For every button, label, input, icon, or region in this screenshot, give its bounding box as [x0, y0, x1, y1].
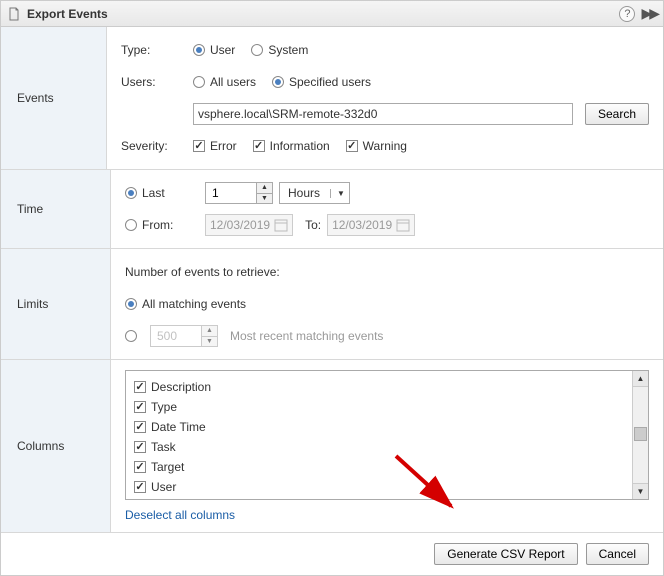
last-value-stepper[interactable]: ▲▼ — [205, 182, 273, 204]
section-events: Events Type: User System Users: All user… — [1, 27, 663, 170]
limits-count-input[interactable] — [151, 326, 201, 346]
generate-csv-button[interactable]: Generate CSV Report — [434, 543, 577, 565]
check-severity-warning[interactable]: Warning — [346, 139, 407, 153]
check-col-type[interactable]: Type — [134, 400, 177, 414]
scroll-down-icon[interactable]: ▼ — [633, 483, 648, 499]
check-severity-error[interactable]: Error — [193, 139, 237, 153]
stepper-up-icon[interactable]: ▲ — [257, 183, 272, 194]
cancel-button[interactable]: Cancel — [586, 543, 649, 565]
stepper-down-icon[interactable]: ▼ — [202, 337, 217, 347]
to-date-field[interactable]: 12/03/2019 — [327, 214, 415, 236]
scroll-up-icon[interactable]: ▲ — [633, 371, 648, 387]
help-icon[interactable]: ? — [619, 6, 635, 22]
listbox-scrollbar[interactable]: ▲ ▼ — [632, 371, 648, 499]
dialog-footer: Generate CSV Report Cancel — [1, 533, 663, 575]
limits-heading: Number of events to retrieve: — [125, 265, 280, 279]
radio-limits-count[interactable] — [125, 330, 142, 342]
titlebar: Export Events ? ▶▶ — [1, 1, 663, 27]
limits-count-hint: Most recent matching events — [230, 329, 383, 343]
type-label: Type: — [121, 43, 193, 57]
columns-listbox: Description Type Date Time Task Target U… — [125, 370, 649, 500]
last-value-input[interactable] — [206, 183, 256, 203]
radio-type-system[interactable]: System — [251, 43, 308, 57]
stepper-down-icon[interactable]: ▼ — [257, 194, 272, 204]
expand-icon[interactable]: ▶▶ — [641, 5, 657, 22]
check-severity-information[interactable]: Information — [253, 139, 330, 153]
scrollbar-thumb[interactable] — [634, 427, 647, 441]
radio-type-user[interactable]: User — [193, 43, 235, 57]
stepper-up-icon[interactable]: ▲ — [202, 326, 217, 337]
check-col-datetime[interactable]: Date Time — [134, 420, 206, 434]
section-label-columns: Columns — [1, 360, 111, 532]
users-search-input[interactable] — [193, 103, 573, 125]
section-limits: Limits Number of events to retrieve: All… — [1, 249, 663, 360]
check-col-description[interactable]: Description — [134, 380, 211, 394]
document-icon — [7, 7, 21, 21]
radio-users-specified[interactable]: Specified users — [272, 75, 371, 89]
search-button[interactable]: Search — [585, 103, 649, 125]
calendar-icon — [274, 218, 288, 232]
section-columns: Columns Description Type Date Time Task … — [1, 360, 663, 533]
dialog-title: Export Events — [27, 7, 619, 21]
to-label: To: — [305, 218, 321, 232]
chevron-down-icon: ▼ — [330, 189, 345, 198]
users-label: Users: — [121, 75, 193, 89]
time-unit-dropdown[interactable]: Hours ▼ — [279, 182, 350, 204]
section-label-events: Events — [1, 27, 107, 169]
deselect-all-link[interactable]: Deselect all columns — [125, 508, 235, 522]
radio-time-last[interactable]: Last — [125, 186, 189, 200]
section-label-time: Time — [1, 170, 111, 248]
severity-label: Severity: — [121, 139, 193, 153]
section-label-limits: Limits — [1, 249, 111, 359]
radio-time-from[interactable]: From: — [125, 218, 189, 232]
calendar-icon — [396, 218, 410, 232]
section-time: Time Last ▲▼ Hours ▼ From: — [1, 170, 663, 249]
check-col-user[interactable]: User — [134, 480, 176, 494]
limits-count-stepper[interactable]: ▲▼ — [150, 325, 218, 347]
from-date-field[interactable]: 12/03/2019 — [205, 214, 293, 236]
export-events-dialog: Export Events ? ▶▶ Events Type: User Sys… — [0, 0, 664, 576]
radio-limits-all[interactable]: All matching events — [125, 297, 246, 311]
check-col-task[interactable]: Task — [134, 440, 176, 454]
check-col-target[interactable]: Target — [134, 460, 184, 474]
radio-users-all[interactable]: All users — [193, 75, 256, 89]
